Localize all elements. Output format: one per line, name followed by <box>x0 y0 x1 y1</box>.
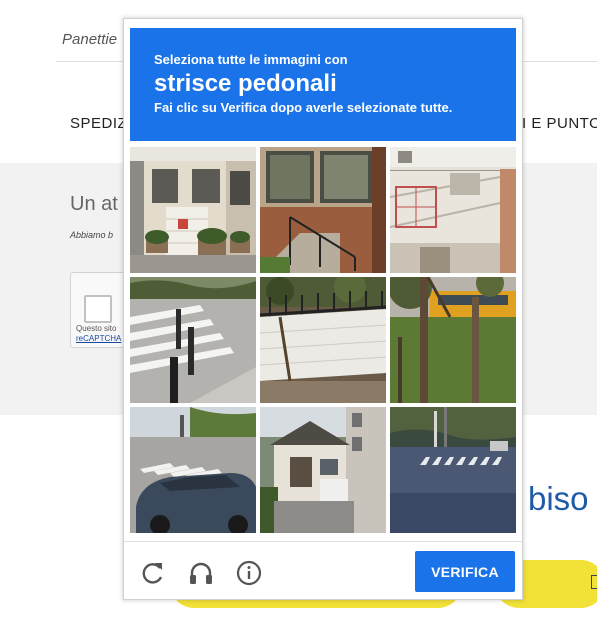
section-subtext: Abbiamo b <box>70 230 114 240</box>
image-tile-7[interactable] <box>130 407 256 533</box>
captcha-header: Seleziona tutte le immagini con strisce … <box>130 28 516 141</box>
reload-icon[interactable] <box>140 560 166 586</box>
tile-8-image <box>260 407 386 533</box>
image-tile-3[interactable] <box>390 147 516 273</box>
document-icon <box>591 575 597 589</box>
recaptcha-widget: Questo sito reCAPTCHA <box>70 272 130 348</box>
image-tile-9[interactable] <box>390 407 516 533</box>
headphones-icon[interactable] <box>188 560 214 586</box>
breadcrumb[interactable]: Panettie <box>62 31 117 48</box>
image-tile-5[interactable] <box>260 277 386 403</box>
image-tile-1[interactable] <box>130 147 256 273</box>
image-tile-8[interactable] <box>260 407 386 533</box>
tile-5-image <box>260 277 386 403</box>
target-object: strisce pedonali <box>154 70 337 97</box>
image-tile-4[interactable] <box>130 277 256 403</box>
image-grid <box>130 147 517 534</box>
nav-item-punto[interactable]: I E PUNTO <box>522 115 597 132</box>
nav-item-spedizioni[interactable]: SPEDIZ <box>70 115 127 132</box>
section-heading: Un at <box>70 193 118 215</box>
tile-3-image <box>390 147 516 273</box>
recaptcha-link[interactable]: reCAPTCHA <box>76 334 121 343</box>
tile-2-image <box>260 147 386 273</box>
tile-4-image <box>130 277 256 403</box>
promo-text: biso <box>528 480 589 517</box>
tile-6-image <box>390 277 516 403</box>
recaptcha-checkbox[interactable] <box>84 295 112 323</box>
instruction-text: Seleziona tutte le immagini con <box>154 52 348 67</box>
page: Panettie SPEDIZ I E PUNTO Un at Abbiamo … <box>0 0 597 642</box>
image-tile-6[interactable] <box>390 277 516 403</box>
verify-button[interactable]: VERIFICA <box>415 551 515 592</box>
captcha-dialog: Seleziona tutte le immagini con strisce … <box>123 18 523 600</box>
tile-7-image <box>130 407 256 533</box>
recaptcha-text: Questo sito <box>76 324 117 333</box>
info-icon[interactable] <box>236 560 262 586</box>
tile-1-image <box>130 147 256 273</box>
tile-9-image <box>390 407 516 533</box>
instruction-hint: Fai clic su Verifica dopo averle selezio… <box>154 100 453 115</box>
captcha-footer: VERIFICA <box>124 541 522 599</box>
image-tile-2[interactable] <box>260 147 386 273</box>
